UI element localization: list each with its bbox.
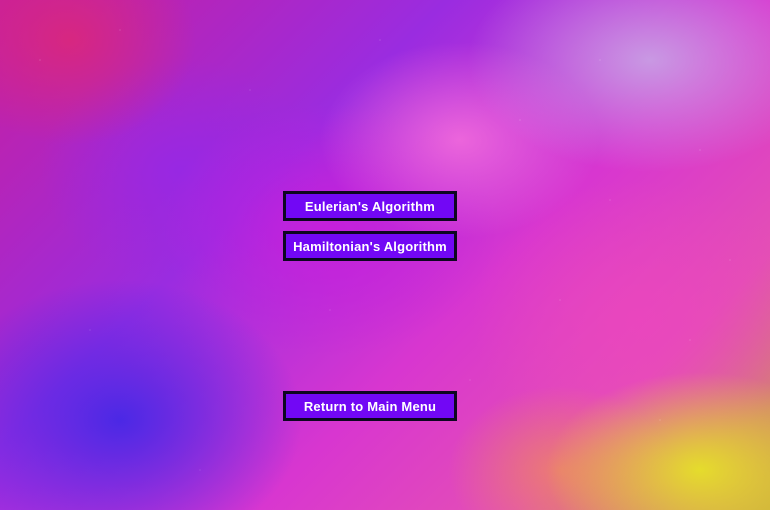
return-to-main-menu-button[interactable]: Return to Main Menu (283, 391, 457, 421)
hamiltonian-algorithm-button[interactable]: Hamiltonian's Algorithm (283, 231, 457, 261)
eulerian-algorithm-button[interactable]: Eulerian's Algorithm (283, 191, 457, 221)
